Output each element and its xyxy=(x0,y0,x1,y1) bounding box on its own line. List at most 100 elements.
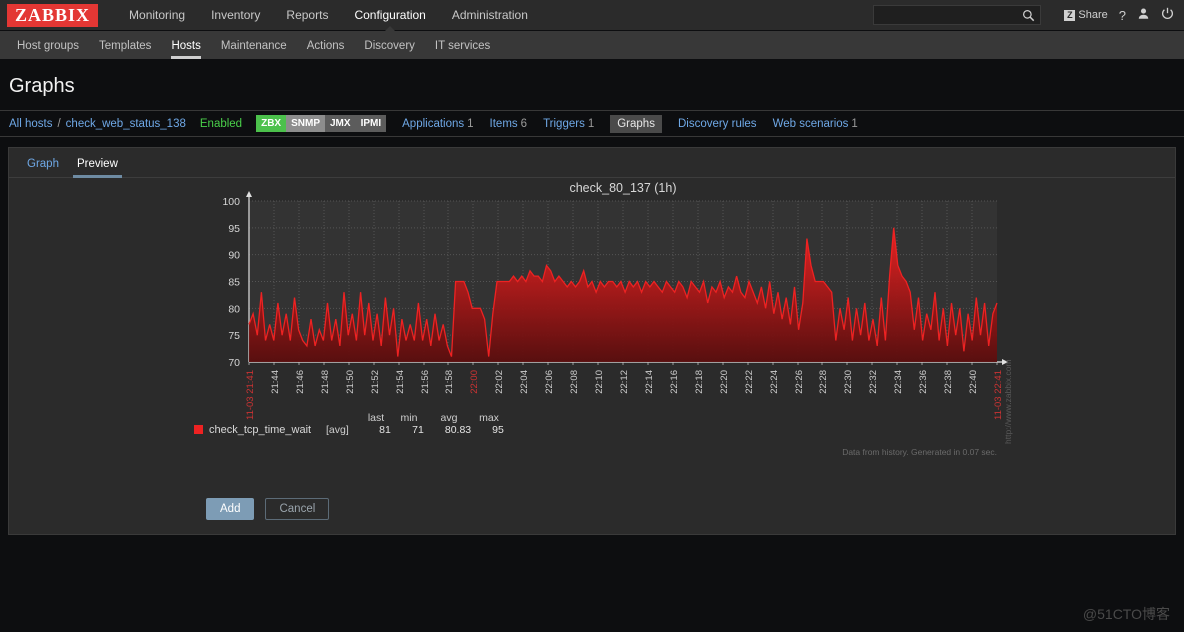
legend-stat-header: last xyxy=(368,412,384,424)
breadcrumb-graphs[interactable]: Graphs xyxy=(610,114,662,133)
menu-item-configuration[interactable]: Configuration xyxy=(341,0,438,31)
power-icon xyxy=(1161,7,1174,23)
host-status-badge[interactable]: Enabled xyxy=(200,118,242,130)
x-axis-tick-label: 11-03 21:41 xyxy=(245,370,256,420)
x-axis-tick-label: 22:24 xyxy=(769,370,780,394)
x-axis-tick-label: 22:14 xyxy=(644,370,655,394)
x-axis-tick-label: 22:20 xyxy=(719,370,730,394)
breadcrumb-separator: / xyxy=(57,117,61,130)
main-menu: Monitoring Inventory Reports Configurati… xyxy=(116,0,541,31)
breadcrumb-triggers-count: 1 xyxy=(587,117,595,130)
form-tabs: Graph Preview xyxy=(9,148,1175,178)
breadcrumb-items[interactable]: Items 6 xyxy=(490,118,528,130)
logout-button[interactable] xyxy=(1161,7,1174,23)
subnav-item-it-services[interactable]: IT services xyxy=(425,40,500,59)
legend-stat-value: 71 xyxy=(412,424,424,436)
search-icon[interactable] xyxy=(1022,9,1035,27)
legend-stat-header: avg xyxy=(441,412,458,424)
legend-stat-value: 95 xyxy=(492,424,504,436)
x-axis-tick-label: 22:00 xyxy=(469,370,480,394)
page-title: Graphs xyxy=(9,75,75,97)
breadcrumb-graphs-label: Graphs xyxy=(617,117,655,130)
legend-stat-header: min xyxy=(401,412,418,424)
legend-stat-value: 81 xyxy=(379,424,391,436)
breadcrumb-applications-label: Applications xyxy=(402,117,465,130)
x-axis-tick-label: 21:54 xyxy=(395,370,406,394)
y-axis-tick-label: 85 xyxy=(228,277,240,289)
person-icon xyxy=(1137,7,1150,23)
user-profile-button[interactable] xyxy=(1137,7,1150,23)
x-axis-tick-label: 22:18 xyxy=(694,370,705,394)
menu-item-administration[interactable]: Administration xyxy=(439,0,541,31)
graph-site-watermark: http://www.zabbix.com xyxy=(1003,359,1013,444)
tab-preview[interactable]: Preview xyxy=(68,158,127,178)
global-search[interactable] xyxy=(873,5,1042,27)
subnav-item-hosts[interactable]: Hosts xyxy=(161,40,210,59)
subnav-item-maintenance[interactable]: Maintenance xyxy=(211,40,297,59)
menu-item-reports[interactable]: Reports xyxy=(273,0,341,31)
x-axis-tick-label: 22:06 xyxy=(544,370,555,394)
badge-jmx[interactable]: JMX xyxy=(325,115,356,132)
y-axis-tick-label: 70 xyxy=(228,357,240,369)
help-button[interactable]: ? xyxy=(1119,8,1126,23)
share-label: Share xyxy=(1078,9,1108,21)
form-action-buttons: Add Cancel xyxy=(206,498,330,520)
menu-item-inventory[interactable]: Inventory xyxy=(198,0,273,31)
interface-badges: ZBX SNMP JMX IPMI xyxy=(256,115,387,132)
x-axis-tick-label: 22:12 xyxy=(619,370,630,394)
x-axis-tick-label: 22:36 xyxy=(918,370,929,394)
add-button[interactable]: Add xyxy=(206,498,255,520)
question-mark-icon: ? xyxy=(1118,7,1126,23)
x-axis-tick-label: 22:40 xyxy=(968,370,979,394)
legend-stat-value: 80.83 xyxy=(445,424,471,436)
x-axis-tick-label: 22:04 xyxy=(519,370,530,394)
graph-generation-note: Data from history. Generated in 0.07 sec… xyxy=(842,447,997,457)
subnav-item-discovery[interactable]: Discovery xyxy=(354,40,424,59)
badge-zbx[interactable]: ZBX xyxy=(256,115,287,132)
x-axis-tick-label: 22:28 xyxy=(818,370,829,394)
x-axis-tick-label: 21:58 xyxy=(444,370,455,394)
legend-stat-header: max xyxy=(479,412,500,424)
search-input[interactable] xyxy=(874,7,1041,25)
breadcrumb-all-hosts[interactable]: All hosts xyxy=(9,118,52,130)
secondary-navigation-bar: Host groups Templates Hosts Maintenance … xyxy=(0,31,1184,59)
breadcrumb-triggers-label: Triggers xyxy=(543,117,585,130)
x-axis-tick-label: 21:52 xyxy=(370,370,381,394)
x-axis-tick-label: 21:50 xyxy=(345,370,356,394)
subnav-item-actions[interactable]: Actions xyxy=(297,40,355,59)
x-axis-tick-label: 21:44 xyxy=(270,370,281,394)
x-axis-tick-label: 22:22 xyxy=(744,370,755,394)
y-axis-tick-label: 80 xyxy=(228,303,240,315)
badge-snmp[interactable]: SNMP xyxy=(286,115,325,132)
breadcrumb-applications[interactable]: Applications 1 xyxy=(402,118,473,130)
tab-graph[interactable]: Graph xyxy=(18,158,68,177)
x-axis-tick-label: 22:30 xyxy=(843,370,854,394)
top-navigation-bar: ZABBIX Monitoring Inventory Reports Conf… xyxy=(0,0,1184,31)
x-axis-tick-label: 21:56 xyxy=(420,370,431,394)
cancel-button[interactable]: Cancel xyxy=(265,498,330,520)
breadcrumb-triggers[interactable]: Triggers 1 xyxy=(543,118,594,130)
x-axis-tick-label: 22:08 xyxy=(569,370,580,394)
x-axis-tick-label: 22:38 xyxy=(943,370,954,394)
subnav-item-host-groups[interactable]: Host groups xyxy=(7,40,89,59)
breadcrumb-host-name[interactable]: check_web_status_138 xyxy=(66,118,186,130)
breadcrumb: All hosts / check_web_status_138 Enabled… xyxy=(0,110,1184,137)
subnav-item-templates[interactable]: Templates xyxy=(89,40,161,59)
breadcrumb-items-label: Items xyxy=(489,117,518,130)
legend-aggregation: [avg] xyxy=(326,424,349,436)
x-axis-tick-label: 22:32 xyxy=(868,370,879,394)
x-axis-tick-label: 21:48 xyxy=(320,370,331,394)
graph-title: check_80_137 (1h) xyxy=(569,181,676,195)
page-watermark: @51CTO博客 xyxy=(1082,606,1170,622)
x-axis-tick-label: 21:46 xyxy=(295,370,306,394)
breadcrumb-web-scenarios[interactable]: Web scenarios 1 xyxy=(773,118,858,130)
badge-ipmi[interactable]: IPMI xyxy=(355,115,387,132)
graph-form-panel: Graph Preview check_80_137 (1h) 70 75 80 85 9… xyxy=(8,147,1176,535)
x-axis-tick-label: 22:34 xyxy=(893,370,904,394)
share-button[interactable]: Z Share xyxy=(1064,9,1108,21)
x-axis-tick-label: 22:16 xyxy=(669,370,680,394)
menu-item-monitoring[interactable]: Monitoring xyxy=(116,0,198,31)
graph-image: check_80_137 (1h) 70 75 80 85 90 95 100 11-03 21… xyxy=(194,181,1013,457)
breadcrumb-discovery-rules[interactable]: Discovery rules xyxy=(678,118,757,130)
zabbix-logo[interactable]: ZABBIX xyxy=(7,3,99,27)
